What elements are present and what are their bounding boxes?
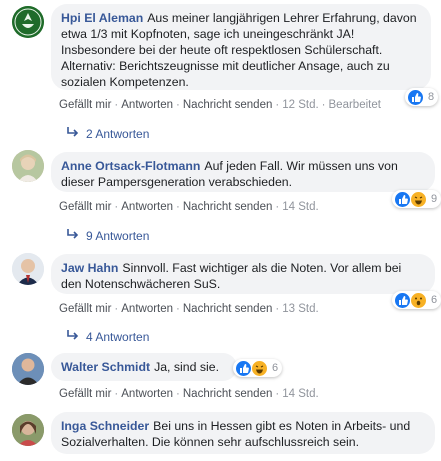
view-replies[interactable]: 2 Antworten [66,126,149,141]
replies-count[interactable]: 2 Antworten [86,127,149,141]
like-icon [235,359,252,377]
send-message-link[interactable]: Nachricht senden [183,388,273,400]
reply-arrow-icon [66,228,80,243]
reply-arrow-icon [66,329,80,344]
timestamp[interactable]: 13 Std. [282,303,318,315]
like-link[interactable]: Gefällt mir [59,99,111,111]
comment-author[interactable]: Walter Schmidt [61,360,150,374]
like-link[interactable]: Gefällt mir [59,303,111,315]
comment-bubble: Inga Schneider Bei uns in Hessen gibt es … [51,412,435,454]
avatar-photo-icon [12,414,44,446]
send-message-link[interactable]: Nachricht senden [183,99,273,111]
wow-icon [410,291,427,309]
avatar[interactable] [12,6,44,38]
avatar-logo-icon [12,6,44,38]
timestamp[interactable]: 12 Std. [282,99,318,111]
reaction-count: 6 [272,362,279,374]
avatar-photo-icon [12,150,44,182]
avatar[interactable] [12,253,44,285]
comment-author[interactable]: Hpi El Aleman [61,11,143,25]
comment-actions: Gefällt mir · Antworten · Nachricht senden · 1… [59,201,319,213]
comment-author[interactable]: Jaw Hahn [61,261,118,275]
reply-link[interactable]: Antworten [121,99,173,111]
comment-author[interactable]: Inga Schneider [61,419,149,433]
reply-link[interactable]: Antworten [121,201,173,213]
view-replies[interactable]: 4 Antworten [66,329,149,344]
comment-bubble: Jaw Hahn Sinnvoll. Fast wichtiger als die… [51,254,435,294]
comment-bubble: Walter Schmidt Ja, sind sie. [51,353,237,381]
avatar[interactable] [12,353,44,385]
reaction-summary[interactable]: 6 [233,359,283,377]
haha-icon [251,359,268,377]
avatar[interactable] [12,150,44,182]
comment-actions: Gefällt mir · Antworten · Nachricht senden · 1… [59,303,319,315]
send-message-link[interactable]: Nachricht senden [183,303,273,315]
like-icon [394,190,411,208]
reaction-count: 6 [431,294,438,306]
avatar-photo-icon [12,253,44,285]
edited-label: Bearbeitet [328,99,381,111]
like-icon [407,88,424,106]
comment-bubble: Hpi El Aleman Aus meiner langjährigen Leh… [51,4,431,90]
replies-count[interactable]: 4 Antworten [86,330,149,344]
avatar[interactable] [12,414,44,446]
view-replies[interactable]: 9 Antworten [66,228,149,243]
timestamp[interactable]: 14 Std. [282,201,318,213]
reaction-summary[interactable]: 6 [392,291,441,309]
replies-count[interactable]: 9 Antworten [86,229,149,243]
send-message-link[interactable]: Nachricht senden [183,201,273,213]
comment-text: Ja, sind sie. [154,360,219,374]
comment-author[interactable]: Anne Ortsack-Flotmann [61,159,200,173]
comment-bubble: Anne Ortsack-Flotmann Auf jeden Fall. Wir… [51,152,435,192]
like-icon [394,291,411,309]
reaction-count: 9 [431,193,438,205]
like-link[interactable]: Gefällt mir [59,201,111,213]
reaction-summary[interactable]: 8 [405,88,439,106]
reply-link[interactable]: Antworten [121,303,173,315]
timestamp[interactable]: 14 Std. [282,388,318,400]
reaction-summary[interactable]: 9 [392,190,441,208]
haha-icon [410,190,427,208]
reply-link[interactable]: Antworten [121,388,173,400]
comment-actions: Gefällt mir · Antworten · Nachricht senden · 1… [59,388,319,400]
like-link[interactable]: Gefällt mir [59,388,111,400]
reply-arrow-icon [66,126,80,141]
avatar-photo-icon [12,353,44,385]
comment-actions: Gefällt mir · Antworten · Nachricht senden · 1… [59,99,381,111]
reaction-count: 8 [428,91,435,103]
